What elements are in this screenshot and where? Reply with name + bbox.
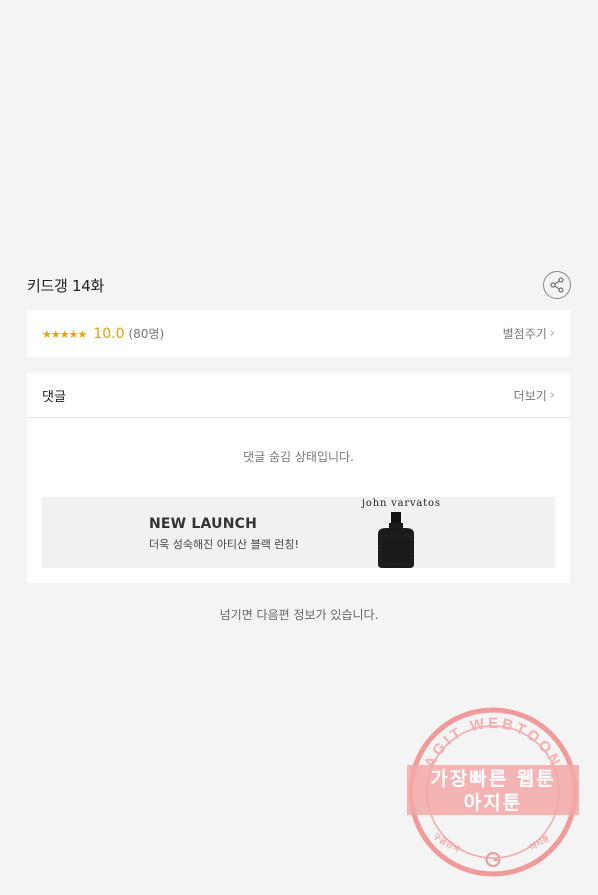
comment-header: 댓글 더보기 › xyxy=(27,373,570,418)
rating-votes: (80명) xyxy=(128,327,165,341)
star-rating-icon: ★★★★★ xyxy=(42,328,87,341)
rate-button[interactable]: 별점주기 › xyxy=(503,325,555,342)
share-button[interactable] xyxy=(543,271,571,299)
comments-hidden-message: 댓글 숨김 상태입니다. xyxy=(243,450,354,464)
comment-more-label: 더보기 xyxy=(513,388,547,403)
svg-text:AGIT WEBTOON: AGIT WEBTOON xyxy=(421,715,564,771)
comment-more-button[interactable]: 더보기 › xyxy=(514,387,555,404)
ad-subtitle: 더욱 성숙해진 아티산 블랙 런칭! xyxy=(149,538,299,551)
svg-text:가장빠른 웹툰: 가장빠른 웹툰 xyxy=(430,768,556,790)
chevron-right-icon: › xyxy=(549,326,555,341)
ad-brand: john varvatos xyxy=(362,498,441,509)
rate-button-label: 별점주기 xyxy=(502,327,547,341)
google-icon xyxy=(485,851,501,868)
rating-summary: ★★★★★ 10.0 (80명) xyxy=(42,325,164,342)
chevron-right-icon: › xyxy=(549,387,555,403)
svg-text:아지툰: 아지툰 xyxy=(527,833,551,853)
rating-score: 10.0 xyxy=(93,326,125,342)
comment-section: 댓글 더보기 › 댓글 숨김 상태입니다. NEW LAUNCH 더욱 성숙해진… xyxy=(27,373,570,583)
watermark-stamp: AGIT WEBTOON 가장빠른 웹툰 아지툰 구글검색 아지툰 xyxy=(407,707,579,877)
ad-title: NEW LAUNCH xyxy=(149,516,257,532)
comment-title: 댓글 xyxy=(42,389,66,405)
next-episode-hint: 넘기면 다음편 정보가 있습니다. xyxy=(219,608,379,622)
episode-title-row: 키드갱 14화 xyxy=(27,270,571,300)
perfume-bottle-icon xyxy=(378,512,414,568)
svg-text:아지툰: 아지툰 xyxy=(464,792,522,814)
rating-bar: ★★★★★ 10.0 (80명) 별점주기 › xyxy=(27,310,570,357)
share-icon xyxy=(550,277,564,293)
ad-banner[interactable]: NEW LAUNCH 더욱 성숙해진 아티산 블랙 런칭! john varva… xyxy=(42,497,555,568)
episode-title: 키드갱 14화 xyxy=(27,276,104,295)
